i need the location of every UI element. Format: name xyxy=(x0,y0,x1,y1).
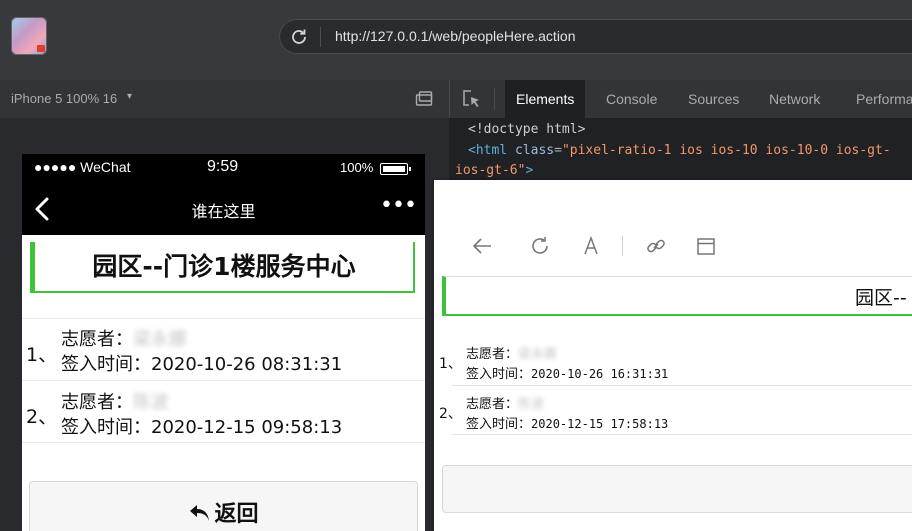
tab-separator xyxy=(494,88,495,110)
checkin-label: 签入时间： xyxy=(61,354,151,375)
divider xyxy=(22,442,425,443)
wechat-nav-bar: 谁在这里 ••• xyxy=(22,183,425,235)
volunteer-label: 志愿者： xyxy=(61,329,133,350)
return-arrow-icon xyxy=(190,505,210,521)
checkin-time: 2020-12-15 09:58:13 xyxy=(151,417,343,438)
toolbar-divider xyxy=(622,236,623,256)
volunteer-name: 梁永娜 xyxy=(518,347,558,362)
tab-sources[interactable]: Sources xyxy=(677,80,750,118)
checkin-time: 2020-10-26 08:31:31 xyxy=(151,354,343,375)
checkin-line: 签入时间：2020-10-26 08:31:31 xyxy=(61,350,342,376)
status-clock: 9:59 xyxy=(207,158,239,175)
link-icon[interactable] xyxy=(645,235,667,257)
return-label: 返回 xyxy=(214,502,259,527)
checkin-time: 2020-10-26 16:31:31 xyxy=(531,367,669,381)
volunteer-label: 志愿者： xyxy=(466,397,519,412)
device-selector[interactable]: iPhone 5 100% 16 xyxy=(11,91,117,106)
class-attr: class xyxy=(514,143,555,158)
phone-screen: ●●●●● WeChat 9:59 100% 谁在这里 ••• 园区--门诊1楼… xyxy=(22,154,425,531)
more-icon[interactable]: ••• xyxy=(380,193,417,218)
reload-icon[interactable] xyxy=(289,27,309,47)
preview-heading-box xyxy=(442,276,912,316)
divider xyxy=(22,380,425,381)
tab-elements[interactable]: Elements xyxy=(505,80,586,118)
checkin-time: 2020-12-15 17:58:13 xyxy=(531,417,669,431)
phone-status-bar: ●●●●● WeChat 9:59 100% xyxy=(22,154,425,183)
class-value: "pixel-ratio-1 ios ios-10 ios-10-0 ios-g… xyxy=(561,143,891,158)
volunteer-line: 志愿者：梁永娜 xyxy=(61,325,187,351)
volunteer-name: 陈波 xyxy=(518,397,545,412)
return-button[interactable]: 返回 xyxy=(29,481,418,531)
entry-index: 2、 xyxy=(26,406,58,428)
page-heading: 园区--门诊1楼服务中心 xyxy=(30,242,415,293)
battery-icon xyxy=(380,163,411,175)
checkin-label: 签入时间： xyxy=(466,417,532,432)
back-arrow-icon[interactable] xyxy=(471,235,493,257)
tab-network[interactable]: Network xyxy=(758,80,831,118)
refresh-icon[interactable] xyxy=(529,235,551,257)
volunteer-label: 志愿者： xyxy=(466,347,519,362)
battery-percent: 100% xyxy=(340,160,374,175)
code-line-html[interactable]: <html class="pixel-ratio-1 ios ios-10 io… xyxy=(468,143,891,158)
checkin-label: 签入时间： xyxy=(61,417,151,438)
code-line-doctype[interactable]: <!doctype html> xyxy=(468,122,585,137)
preview-checkin-line: 签入时间：2020-12-15 17:58:13 xyxy=(466,413,668,432)
page-heading-text: 园区--门诊1楼服务中心 xyxy=(92,252,356,281)
checkin-label: 签入时间： xyxy=(466,367,532,382)
preview-return-button[interactable] xyxy=(442,465,912,513)
volunteer-name: 梁永娜 xyxy=(133,329,187,350)
preview-entry-index: 2、 xyxy=(439,406,462,422)
html-tag: <html xyxy=(468,143,508,158)
signal-carrier: ●●●●● WeChat xyxy=(34,159,131,175)
volunteer-label: 志愿者： xyxy=(61,392,133,413)
chevron-down-icon[interactable]: ▾ xyxy=(127,91,132,102)
url-divider xyxy=(320,27,321,47)
window-icon[interactable] xyxy=(695,235,717,257)
preview-heading: 园区-- xyxy=(855,287,907,309)
inspect-element-icon[interactable] xyxy=(461,88,483,110)
app-icon[interactable] xyxy=(11,17,47,55)
tag-close: > xyxy=(525,163,534,178)
volunteer-line: 志愿者：陈波 xyxy=(61,388,169,414)
tab-console[interactable]: Console xyxy=(595,80,668,118)
nav-title: 谁在这里 xyxy=(191,202,256,221)
divider xyxy=(452,434,912,435)
volunteer-name: 陈波 xyxy=(133,392,169,413)
checkin-line: 签入时间：2020-12-15 09:58:13 xyxy=(61,413,342,439)
code-line-html-cont[interactable]: ios-gt-6"> xyxy=(455,163,533,178)
preview-volunteer-line: 志愿者：梁永娜 xyxy=(466,343,557,362)
font-size-icon[interactable] xyxy=(580,235,602,257)
preview-checkin-line: 签入时间：2020-10-26 16:31:31 xyxy=(466,363,668,382)
preview-entry-index: 1、 xyxy=(439,356,462,372)
return-button-content: 返回 xyxy=(30,496,417,528)
class-value-cont: ios-gt-6" xyxy=(455,163,526,178)
rotate-device-icon[interactable] xyxy=(414,89,434,109)
doctype-text: <!doctype html> xyxy=(468,122,586,137)
preview-volunteer-line: 志愿者：陈波 xyxy=(466,393,544,412)
divider xyxy=(22,318,425,319)
url-text[interactable]: http://127.0.0.1/web/peopleHere.action xyxy=(335,28,576,44)
entry-index: 1、 xyxy=(26,344,58,366)
divider xyxy=(452,385,912,386)
tab-performance[interactable]: Performa xyxy=(845,80,912,118)
